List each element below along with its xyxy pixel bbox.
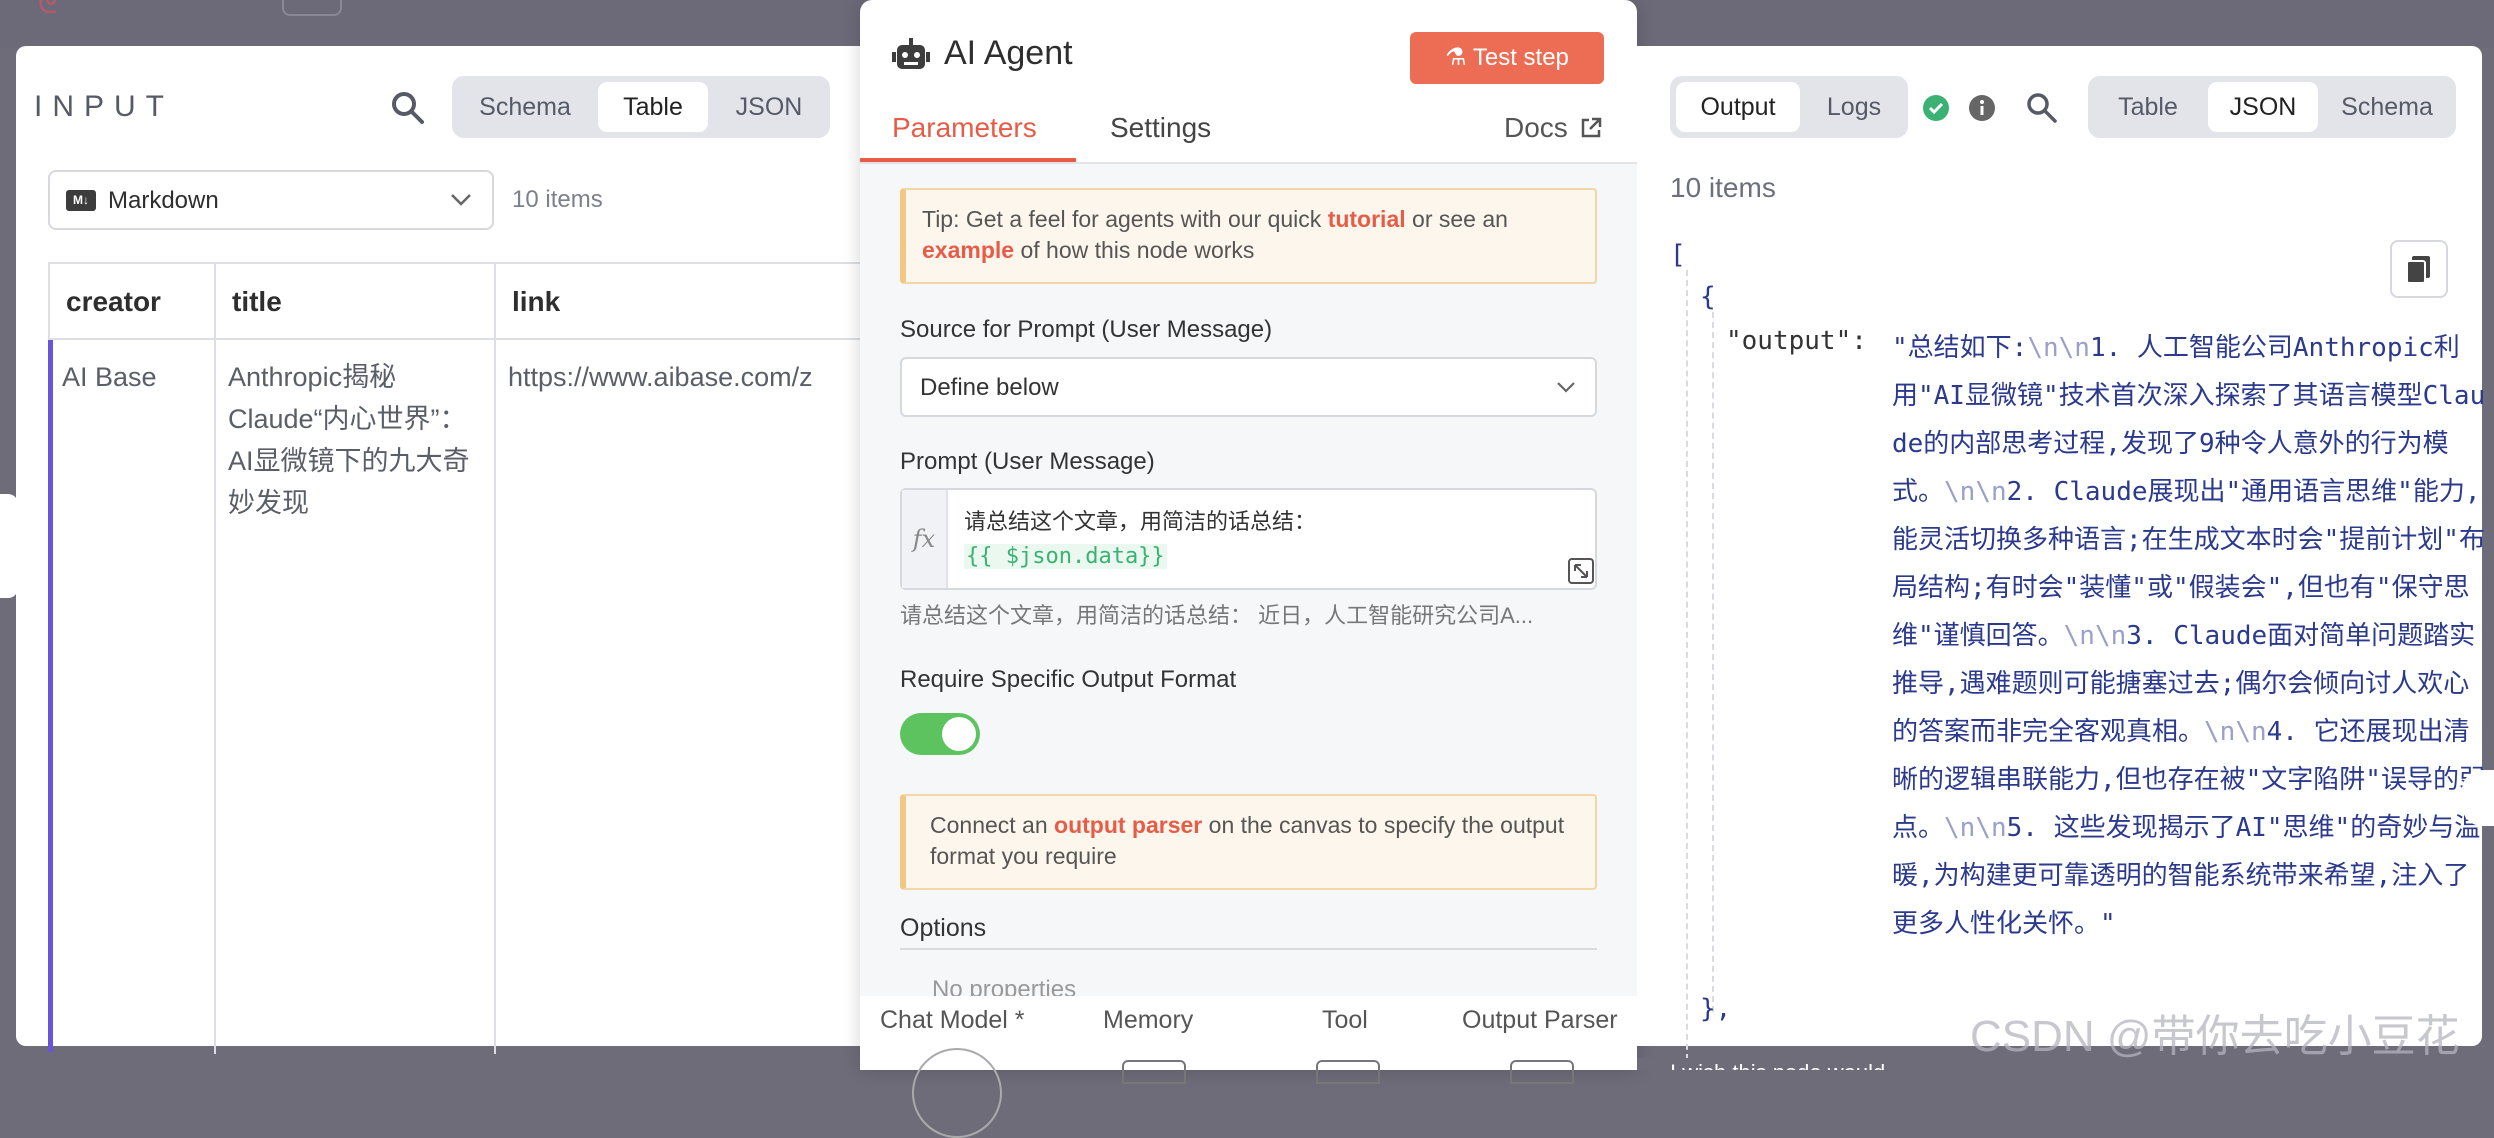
node-title: AI Agent	[944, 34, 1073, 72]
json-object-open: {	[1700, 282, 1716, 312]
json-escape-sequence: \n\n	[2204, 717, 2267, 747]
json-key-output: "output":	[1726, 326, 1867, 356]
output-parser-notice: Connect an output parser on the canvas t…	[900, 794, 1597, 890]
tip-suffix: of how this node works	[1014, 237, 1255, 263]
feedback-text: I wish this node would...	[1670, 1060, 1904, 1070]
column-header-creator: creator	[50, 264, 216, 340]
fx-icon: fx	[902, 490, 948, 588]
example-link[interactable]: example	[922, 237, 1014, 263]
json-escape-sequence: \n\n	[2027, 333, 2090, 363]
display-format-select[interactable]: M↓ Markdown	[48, 170, 494, 230]
search-icon[interactable]	[2024, 90, 2060, 126]
external-link-icon	[1581, 117, 1601, 138]
output-format-toggle[interactable]	[900, 713, 980, 755]
search-icon[interactable]	[388, 88, 428, 128]
tool-connector[interactable]	[1316, 1060, 1380, 1084]
source-prompt-value: Define below	[920, 374, 1059, 401]
copy-icon	[2406, 256, 2430, 284]
prompt-expression: {{ $json.data}}	[964, 544, 1167, 569]
prompt-text: 请总结这个文章，用简洁的话总结：	[964, 509, 1317, 534]
docs-link[interactable]: Docs	[1504, 112, 1602, 144]
copy-button[interactable]	[2390, 240, 2448, 298]
robot-icon	[892, 38, 930, 74]
canvas-button[interactable]	[282, 0, 342, 16]
output-view-switcher: Table JSON Schema	[2088, 76, 2456, 138]
prompt-preview: 请总结这个文章，用简洁的话总结： 近日，人工智能研究公司A...	[900, 603, 1534, 628]
tip-notice: Tip: Get a feel for agents with our quic…	[900, 188, 1597, 284]
output-tab-schema[interactable]: Schema	[2324, 82, 2450, 132]
source-prompt-select[interactable]: Define below	[900, 357, 1597, 417]
sub-node-memory[interactable]: Memory	[1103, 1006, 1193, 1035]
markdown-icon: M↓	[66, 190, 96, 211]
output-logs-switcher: Output Logs	[1670, 76, 1908, 138]
output-parser-connector[interactable]	[1510, 1060, 1574, 1084]
expand-icon[interactable]	[1568, 558, 1594, 584]
memory-connector[interactable]	[1122, 1060, 1186, 1084]
toggle-knob	[942, 717, 976, 751]
input-panel-title: INPUT	[34, 90, 174, 123]
input-tab-schema[interactable]: Schema	[458, 82, 592, 132]
flask-icon: ⚗	[1445, 44, 1473, 71]
input-view-switcher: Schema Table JSON	[452, 76, 830, 138]
options-heading: Options	[900, 914, 987, 942]
output-parser-link[interactable]: output parser	[1054, 812, 1202, 838]
check-circle-icon	[1922, 94, 1950, 122]
display-format-value: Markdown	[108, 187, 219, 214]
input-tab-table[interactable]: Table	[598, 82, 708, 132]
input-tab-json[interactable]: JSON	[714, 82, 824, 132]
json-escape-sequence: \n\n	[1944, 813, 2007, 843]
json-object-close: },	[1700, 994, 1732, 1024]
output-tab-table[interactable]: Table	[2094, 82, 2202, 132]
sub-node-chat-model[interactable]: Chat Model *	[880, 1006, 1025, 1035]
options-divider	[900, 948, 1597, 950]
json-indent-guide	[1712, 312, 1714, 1012]
tab-logs[interactable]: Logs	[1806, 82, 1902, 132]
column-header-link: link	[496, 264, 880, 340]
tabs-divider	[860, 162, 1637, 164]
json-escape-sequence: \n\n	[1944, 477, 2007, 507]
prompt-label: Prompt (User Message)	[900, 448, 1155, 475]
no-properties-text: No properties	[932, 976, 1077, 996]
assistant-bubble[interactable]	[2462, 770, 2494, 826]
json-indent-guide	[1686, 270, 1688, 1070]
test-step-label: Test step	[1472, 44, 1569, 71]
output-tab-json[interactable]: JSON	[2208, 82, 2318, 132]
chevron-down-icon	[1554, 375, 1578, 399]
connect-prefix: Connect an	[930, 812, 1055, 838]
column-header-title: title	[216, 264, 496, 340]
tutorial-link[interactable]: tutorial	[1328, 206, 1406, 232]
prompt-expression-editor[interactable]: fx 请总结这个文章，用简洁的话总结： {{ $json.data}}	[900, 488, 1597, 590]
active-tab-underline	[860, 158, 1076, 162]
tab-output[interactable]: Output	[1676, 82, 1800, 132]
sub-node-output-parser[interactable]: Output Parser	[1462, 1006, 1618, 1035]
tip-middle: or see an	[1405, 206, 1508, 232]
cell-title: Anthropic揭秘Claude“内心世界”：AI显微镜下的九大奇妙发现	[216, 340, 496, 1054]
json-array-open: [	[1670, 240, 1686, 270]
input-table: creator title link AI Base Anthropic揭秘Cl…	[48, 262, 880, 1054]
json-escape-sequence: \n\n	[2063, 621, 2127, 651]
json-value-output: "总结如下:\n\n1. 人工智能公司Anthropic利用"AI显微镜"技术首…	[1892, 324, 2486, 948]
output-format-label: Require Specific Output Format	[900, 666, 1237, 693]
test-step-button[interactable]: ⚗ Test step	[1410, 32, 1604, 84]
chat-model-connector[interactable]	[912, 1048, 1002, 1138]
json-string-segment: "总结如下:	[1892, 333, 2028, 363]
selected-row-indicator	[48, 340, 53, 1052]
tab-parameters[interactable]: Parameters	[892, 112, 1037, 144]
watermark: CSDN @带你去吃小豆花	[1970, 1012, 2460, 1061]
tab-settings[interactable]: Settings	[1110, 112, 1211, 144]
chevron-down-icon	[448, 186, 474, 212]
input-items-count: 10 items	[512, 186, 603, 213]
cell-link: https://www.aibase.com/z	[508, 362, 813, 392]
canvas-node-icon: ᘓ	[38, 0, 58, 19]
output-items-count: 10 items	[1670, 172, 1776, 203]
cell-creator: AI Base	[50, 340, 216, 1054]
docs-label: Docs	[1504, 112, 1568, 143]
source-prompt-label: Source for Prompt (User Message)	[900, 316, 1273, 343]
sub-node-tool[interactable]: Tool	[1322, 1006, 1368, 1035]
tip-prefix: Tip: Get a feel for agents with our quic…	[922, 206, 1328, 232]
info-icon[interactable]	[1968, 94, 1996, 122]
